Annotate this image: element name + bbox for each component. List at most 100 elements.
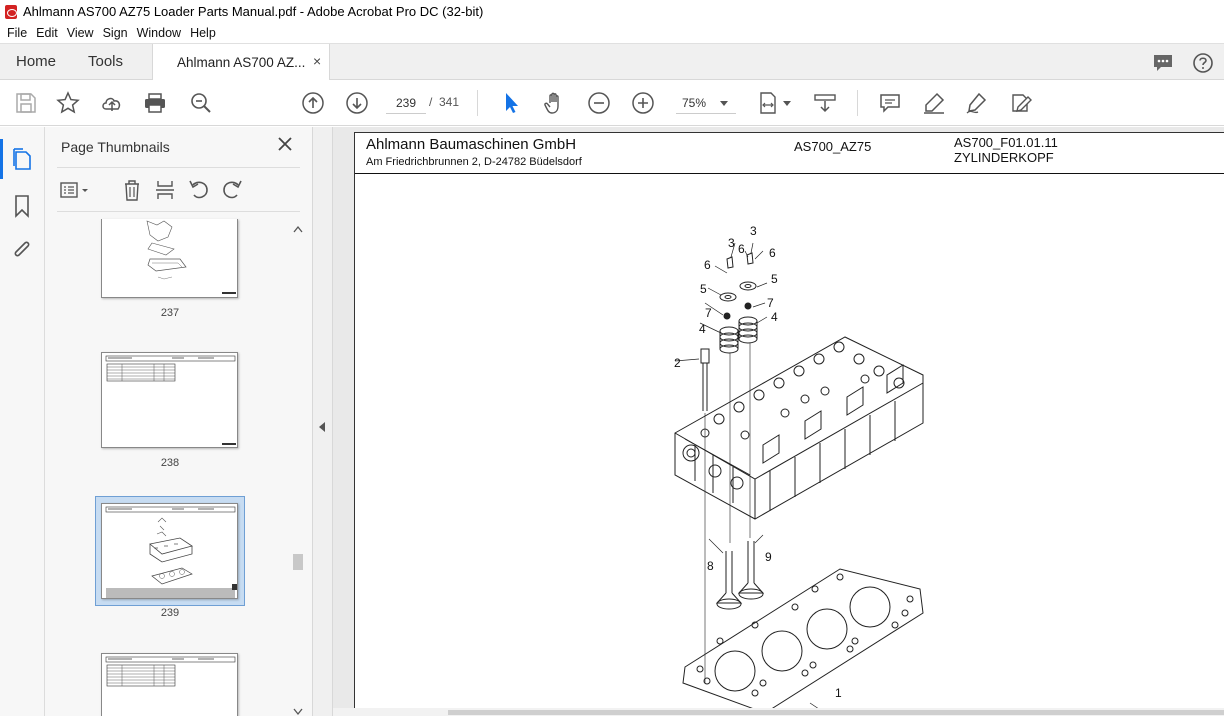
thumbnail-label: 237 (160, 307, 180, 319)
panel-title: Page Thumbnails (61, 139, 170, 155)
thumbnail-drawing (105, 355, 236, 445)
tab-home[interactable]: Home (16, 53, 56, 70)
fill-sign-icon[interactable] (1009, 91, 1033, 115)
collapse-arrow-icon[interactable] (319, 422, 325, 432)
draw-pen-icon[interactable] (965, 91, 989, 115)
fit-chevron-down-icon[interactable] (783, 101, 791, 106)
hand-tool-icon[interactable] (543, 91, 567, 115)
highlight-icon[interactable] (922, 91, 946, 115)
thumbnail-drawing (146, 220, 236, 294)
title-bar: Ahlmann AS700 AZ75 Loader Parts Manual.p… (0, 0, 1224, 23)
callout-label: 4 (699, 322, 706, 336)
delete-trash-icon[interactable] (121, 179, 143, 201)
callout-label: 3 (750, 224, 757, 238)
page-thumbnails-icon[interactable] (11, 147, 33, 171)
star-icon[interactable] (56, 91, 80, 115)
doc-company-name: Ahlmann Baumaschinen GmbH (366, 136, 577, 153)
scroll-mode-icon[interactable] (813, 91, 837, 115)
panel-divider (57, 211, 300, 212)
thumbnail-drawing (105, 656, 236, 687)
thumbnail-page-239[interactable] (101, 503, 238, 599)
next-page-icon[interactable] (345, 91, 369, 115)
tab-bar: Home Tools Ahlmann AS700 AZ... × (0, 43, 1224, 81)
zoom-in-icon[interactable] (631, 91, 655, 115)
save-icon[interactable] (14, 91, 38, 115)
header-rule (355, 173, 1224, 174)
page-total: 341 (439, 95, 460, 109)
zoom-chevron-down-icon[interactable] (720, 101, 728, 106)
menu-edit[interactable]: Edit (36, 26, 58, 40)
thumbnail-page-238[interactable] (101, 352, 238, 448)
main-toolbar: 239 / 341 75% (0, 80, 1224, 126)
cloud-upload-icon[interactable] (100, 91, 124, 115)
document-view[interactable]: Ahlmann Baumaschinen GmbH Am Friedrichbr… (333, 127, 1224, 716)
window-title: Ahlmann AS700 AZ75 Loader Parts Manual.p… (23, 4, 484, 19)
scroll-up-icon[interactable] (293, 225, 303, 233)
comment-icon[interactable] (1152, 52, 1174, 74)
callout-label: 6 (704, 258, 711, 272)
toolbar-divider (857, 90, 858, 116)
doc-part-name: ZYLINDERKOPF (954, 150, 1054, 165)
pdf-app-icon (5, 4, 17, 19)
panel-collapse-strip[interactable] (313, 127, 333, 716)
thumbnail-page-237[interactable] (101, 219, 238, 298)
cylinder-head-exploded-drawing: 3 3 6 6 6 5 5 7 7 4 4 2 8 9 1 (674, 224, 924, 713)
panel-close-icon[interactable] (277, 136, 293, 152)
insert-page-icon[interactable] (154, 179, 176, 201)
document-horizontal-scrollbar[interactable] (333, 708, 1224, 716)
tab-document-label: Ahlmann AS700 AZ... (177, 55, 306, 70)
rotate-left-icon[interactable] (188, 179, 210, 201)
page-number-input[interactable]: 239 (386, 92, 426, 114)
thumbnail-drawing (105, 506, 237, 598)
callout-label: 1 (835, 686, 842, 700)
callout-label: 2 (674, 356, 681, 370)
thumbnail-scrollbar[interactable] (291, 221, 305, 716)
callout-label: 9 (765, 550, 772, 564)
active-indicator (0, 139, 3, 179)
rotate-right-icon[interactable] (221, 179, 243, 201)
menu-help[interactable]: Help (190, 26, 216, 40)
left-rail (0, 127, 45, 716)
bookmark-icon[interactable] (11, 194, 33, 218)
tab-tools[interactable]: Tools (88, 53, 123, 70)
select-cursor-icon[interactable] (499, 91, 523, 115)
add-comment-icon[interactable] (878, 91, 902, 115)
callout-label: 4 (771, 310, 778, 324)
doc-address: Am Friedrichbrunnen 2, D-24782 Büdelsdor… (366, 156, 582, 168)
menu-file[interactable]: File (7, 26, 27, 40)
zoom-out-icon[interactable] (587, 91, 611, 115)
zoom-search-icon[interactable] (189, 91, 213, 115)
scrollbar-thumb[interactable] (448, 710, 1224, 715)
pdf-page: Ahlmann Baumaschinen GmbH Am Friedrichbr… (354, 132, 1224, 716)
toolbar-divider (477, 90, 478, 116)
panel-divider (57, 167, 300, 168)
callout-label: 3 (728, 236, 735, 250)
page-thumbnails-panel: Page Thumbnails 237 238 239 (45, 127, 313, 716)
tab-close-button[interactable]: × (313, 53, 321, 69)
options-menu-icon[interactable] (59, 179, 91, 201)
callout-label: 5 (771, 272, 778, 286)
thumbnail-label: 238 (160, 457, 180, 469)
tab-document[interactable]: Ahlmann AS700 AZ... × (152, 44, 330, 81)
previous-page-icon[interactable] (301, 91, 325, 115)
page-separator: / (429, 95, 433, 109)
scrollbar-thumb[interactable] (293, 554, 303, 570)
doc-model: AS700_AZ75 (794, 139, 872, 154)
callout-label: 7 (705, 306, 712, 320)
callout-label: 5 (700, 282, 707, 296)
menu-sign[interactable]: Sign (103, 26, 128, 40)
thumbnail-page-240[interactable] (101, 653, 238, 716)
thumbnail-label: 239 (160, 607, 180, 619)
fit-page-icon[interactable] (757, 91, 781, 115)
callout-label: 7 (767, 296, 774, 310)
attachment-icon[interactable] (11, 239, 33, 263)
doc-part-code: AS700_F01.01.11 (954, 135, 1058, 150)
help-icon[interactable] (1192, 52, 1214, 74)
callout-label: 8 (707, 559, 714, 573)
scroll-down-icon[interactable] (293, 708, 303, 716)
callout-label: 6 (738, 242, 745, 256)
menu-window[interactable]: Window (137, 26, 181, 40)
menu-bar: File Edit View Sign Window Help (0, 23, 1224, 43)
print-icon[interactable] (143, 91, 167, 115)
menu-view[interactable]: View (67, 26, 94, 40)
